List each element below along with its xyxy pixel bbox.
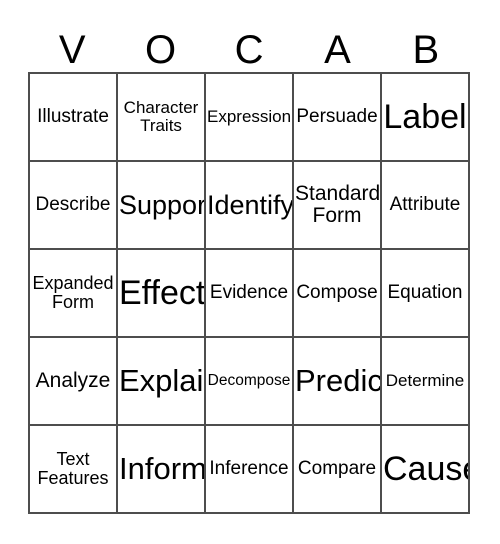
bingo-card: V O C A B Illustrate Character Traits Ex… — [0, 0, 500, 544]
bingo-cell[interactable]: Expanded Form — [30, 250, 118, 338]
bingo-cell[interactable]: Decompose — [206, 338, 294, 426]
bingo-cell-label: Persuade — [296, 105, 378, 127]
bingo-cell[interactable]: Explain — [118, 338, 206, 426]
bingo-header-row: V O C A B — [28, 14, 470, 72]
bingo-cell-label: Text Features — [37, 448, 109, 488]
bingo-cell-label: Standard Form — [295, 181, 381, 227]
header-letter-5: B — [412, 28, 440, 72]
bingo-cell-label: Inference — [209, 457, 289, 479]
bingo-cell-label: Explain — [119, 362, 204, 398]
bingo-cell[interactable]: Inference — [206, 426, 294, 514]
bingo-cell-label: Attribute — [389, 193, 461, 215]
bingo-cell[interactable]: Text Features — [30, 426, 118, 514]
bingo-cell-label: Support — [119, 189, 206, 220]
bingo-cell[interactable]: Predict — [294, 338, 382, 426]
bingo-cell[interactable]: Character Traits — [118, 74, 206, 162]
bingo-cell[interactable]: Identify — [206, 162, 294, 250]
bingo-cell-label: Effect — [119, 273, 206, 312]
bingo-cell[interactable]: Analyze — [30, 338, 118, 426]
bingo-cell[interactable]: Inform — [118, 426, 206, 514]
bingo-cell-label: Illustrate — [37, 105, 109, 127]
bingo-cell-label: Compare — [297, 457, 377, 479]
header-letter-3: C — [234, 28, 264, 72]
bingo-cell-label: Analyze — [35, 368, 111, 392]
bingo-cell[interactable]: Standard Form — [294, 162, 382, 250]
bingo-cell[interactable]: Support — [118, 162, 206, 250]
bingo-cell-label: Predict — [295, 362, 382, 398]
bingo-cell[interactable]: Evidence — [206, 250, 294, 338]
bingo-cell-label: Expanded Form — [32, 272, 114, 312]
bingo-cell[interactable]: Label — [382, 74, 470, 162]
bingo-cell[interactable]: Illustrate — [30, 74, 118, 162]
bingo-grid: Illustrate Character Traits Expression P… — [28, 72, 470, 514]
bingo-cell[interactable]: Persuade — [294, 74, 382, 162]
bingo-cell-label: Compose — [296, 281, 378, 303]
header-letter-4: A — [324, 28, 351, 72]
bingo-cell[interactable]: Equation — [382, 250, 470, 338]
bingo-cell[interactable]: Attribute — [382, 162, 470, 250]
bingo-cell-label: Evidence — [209, 281, 289, 303]
bingo-cell-label: Decompose — [207, 371, 291, 389]
bingo-cell-label: Cause — [383, 449, 468, 488]
bingo-cell-label: Equation — [387, 281, 463, 303]
bingo-cell[interactable]: Describe — [30, 162, 118, 250]
bingo-cell-label: Character Traits — [123, 97, 199, 135]
bingo-cell[interactable]: Expression — [206, 74, 294, 162]
bingo-cell-label: Identify — [207, 189, 294, 220]
bingo-cell-label: Inform — [119, 450, 206, 486]
bingo-cell[interactable]: Cause — [382, 426, 470, 514]
bingo-cell[interactable]: Compare — [294, 426, 382, 514]
header-letter-2: O — [145, 28, 177, 72]
bingo-cell-label: Expression — [207, 106, 292, 126]
bingo-cell[interactable]: Effect — [118, 250, 206, 338]
bingo-cell[interactable]: Compose — [294, 250, 382, 338]
bingo-cell-label: Determine — [385, 370, 465, 390]
header-letter-1: V — [58, 28, 86, 72]
bingo-cell-label: Describe — [35, 193, 111, 215]
bingo-cell-label: Label — [383, 97, 467, 136]
bingo-cell[interactable]: Determine — [382, 338, 470, 426]
